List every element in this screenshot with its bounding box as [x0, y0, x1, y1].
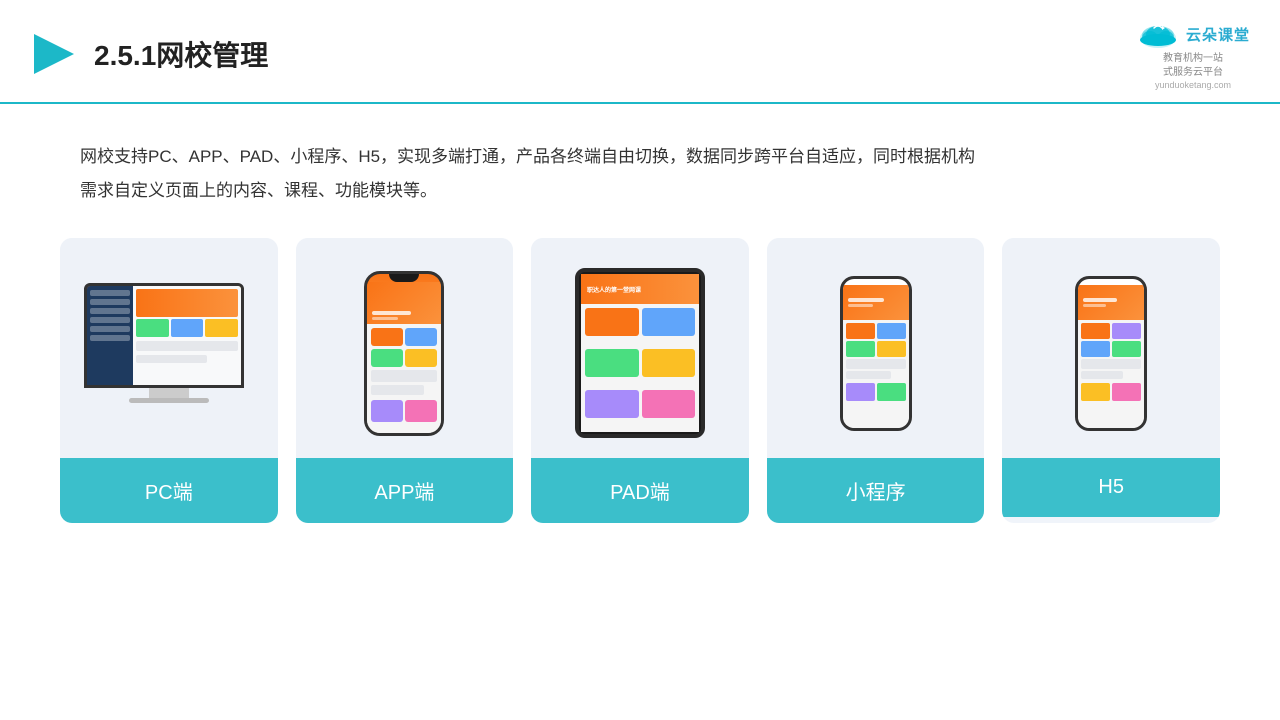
logo-url: yunduoketang.com	[1155, 80, 1231, 90]
description: 网校支持PC、APP、PAD、小程序、H5，实现多端打通，产品各终端自由切换，数…	[0, 104, 1280, 228]
logo-cloud: 云朵课堂	[1136, 18, 1250, 50]
logo-sub: 教育机构一站式服务云平台	[1163, 52, 1223, 80]
cards-container: PC端	[0, 228, 1280, 523]
card-h5-label: H5	[1002, 458, 1220, 517]
header-left: 2.5.1网校管理	[30, 30, 268, 78]
card-pad-image: 职达人的第一堂网课	[531, 238, 749, 458]
card-pc-label: PC端	[60, 458, 278, 523]
play-icon	[30, 30, 78, 78]
card-pc: PC端	[60, 238, 278, 523]
logo-text: 云朵课堂	[1186, 24, 1250, 45]
device-phone-h5	[1075, 276, 1147, 431]
page-title: 2.5.1网校管理	[94, 34, 268, 74]
header: 2.5.1网校管理 云朵课堂 教育机构一站式服务云平台 yunduoketang…	[0, 0, 1280, 104]
cloud-logo-icon	[1136, 18, 1180, 50]
card-miniapp-image	[767, 238, 985, 458]
device-tablet: 职达人的第一堂网课	[575, 268, 705, 438]
card-miniapp-label: 小程序	[767, 458, 985, 523]
card-app-label: APP端	[296, 458, 514, 523]
logo-area: 云朵课堂 教育机构一站式服务云平台 yunduoketang.com	[1136, 18, 1250, 90]
device-phone-app	[364, 271, 444, 436]
card-pad: 职达人的第一堂网课 PAD端	[531, 238, 749, 523]
card-pc-image	[60, 238, 278, 458]
card-app: APP端	[296, 238, 514, 523]
device-pc	[84, 283, 254, 423]
card-app-image	[296, 238, 514, 458]
card-h5: H5	[1002, 238, 1220, 523]
device-phone-miniapp	[840, 276, 912, 431]
card-miniapp: 小程序	[767, 238, 985, 523]
card-h5-image	[1002, 238, 1220, 458]
description-text: 网校支持PC、APP、PAD、小程序、H5，实现多端打通，产品各终端自由切换，数…	[80, 147, 975, 200]
card-pad-label: PAD端	[531, 458, 749, 523]
